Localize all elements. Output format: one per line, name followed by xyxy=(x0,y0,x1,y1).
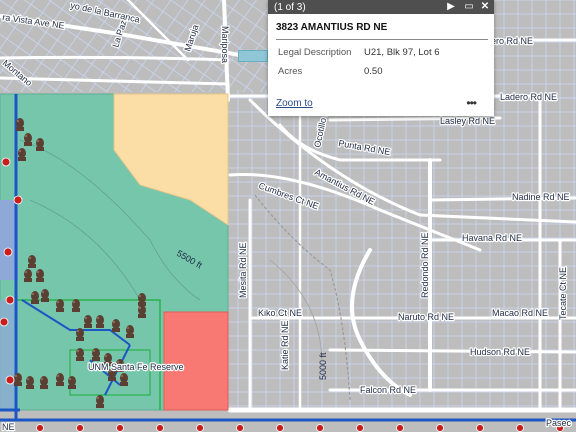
feature-popup: (1 of 3) ▶ ▭ ✕ 3823 AMANTIUS RD NE Legal… xyxy=(268,0,494,116)
popup-count: (1 of 3) xyxy=(274,1,306,13)
popup-header: (1 of 3) ▶ ▭ ✕ xyxy=(268,0,494,14)
popup-divider xyxy=(276,39,488,40)
field-label-legal-description: Legal Description xyxy=(278,47,352,58)
zoom-to-link[interactable]: Zoom to xyxy=(276,98,313,109)
street-label: Mariposa xyxy=(220,26,230,63)
more-actions-button[interactable]: ••• xyxy=(466,96,477,110)
selected-parcel-highlight xyxy=(238,50,268,62)
street-label: Katie Rd NE xyxy=(280,320,290,370)
street-label: Nadine Rd NE xyxy=(512,192,570,202)
street-label: Redondo Rd NE xyxy=(420,232,430,298)
street-label: Macao Rd NE xyxy=(492,308,548,318)
street-label: Lasley Rd NE xyxy=(440,116,495,126)
street-label: Mesita Rd NE xyxy=(238,242,248,298)
contour-label: 5000 ft xyxy=(318,352,328,380)
field-value-legal-description: U21, Blk 97, Lot 6 xyxy=(364,47,440,58)
street-label: Tecate Ct NE xyxy=(558,267,568,320)
play-icon[interactable]: ▶ xyxy=(444,0,458,14)
reserve-label: UNM Santa Fe Reserve xyxy=(88,362,184,372)
field-value-acres: 0.50 xyxy=(364,66,383,77)
street-label: Naruto Rd NE xyxy=(398,312,454,322)
popup-title: 3823 AMANTIUS RD NE xyxy=(276,22,388,33)
field-label-acres: Acres xyxy=(278,66,303,77)
maximize-icon[interactable]: ▭ xyxy=(462,0,476,14)
close-icon[interactable]: ✕ xyxy=(478,0,492,14)
street-label: Havana Rd NE xyxy=(462,233,522,243)
parcel-grid-northeast xyxy=(494,0,576,100)
street-label: Pasec xyxy=(546,418,572,428)
street-label: Ladero Rd NE xyxy=(500,92,557,102)
street-label: Hudson Rd NE xyxy=(470,347,530,357)
street-label: NE xyxy=(2,422,15,432)
street-label: Kiko Ct NE xyxy=(258,308,302,318)
street-label: Falcon Rd NE xyxy=(360,385,416,395)
red-parcel xyxy=(163,311,229,411)
